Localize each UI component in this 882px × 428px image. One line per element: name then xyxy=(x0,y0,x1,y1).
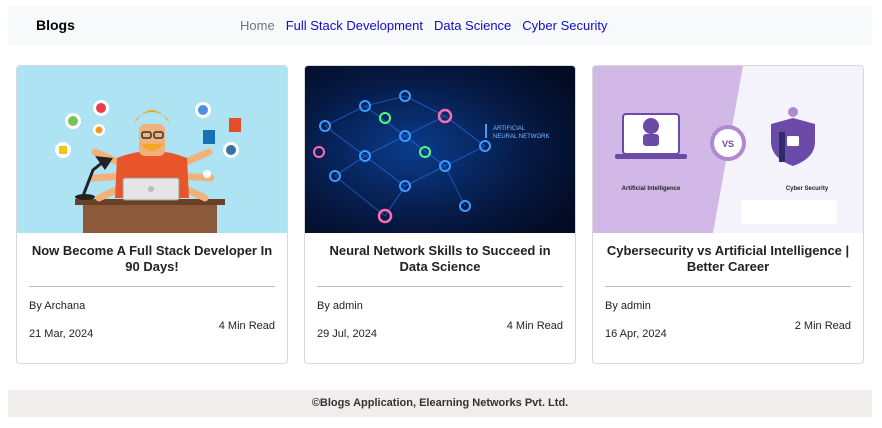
neural-network-caption-line1: ARTIFICIAL xyxy=(493,126,526,132)
nav-link-home[interactable]: Home xyxy=(240,18,275,33)
card-divider xyxy=(605,286,851,287)
blog-card[interactable]: Now Become A Full Stack Developer In 90 … xyxy=(16,65,288,364)
nav-link-data-science[interactable]: Data Science xyxy=(434,18,511,33)
card-date: 16 Apr, 2024 xyxy=(605,328,667,340)
card-title[interactable]: Neural Network Skills to Succeed in Data… xyxy=(317,243,563,275)
nav-links: Home Full Stack Development Data Science… xyxy=(240,18,608,33)
card-title[interactable]: Now Become A Full Stack Developer In 90 … xyxy=(29,243,275,275)
card-image-full-stack-developer[interactable] xyxy=(17,66,287,233)
blog-card[interactable]: ARTIFICIAL NEURAL NETWORK Neural Network… xyxy=(304,65,576,364)
footer-copyright: ©Blogs Application, Elearning Networks P… xyxy=(311,397,569,409)
card-read-time: 4 Min Read xyxy=(506,320,563,332)
card-read-time: 2 Min Read xyxy=(794,320,851,332)
card-divider xyxy=(317,286,563,287)
card-title[interactable]: Cybersecurity vs Artificial Intelligence… xyxy=(605,243,851,275)
nav-link-full-stack-development[interactable]: Full Stack Development xyxy=(286,18,423,33)
card-date: 21 Mar, 2024 xyxy=(29,328,94,340)
top-navbar: Blogs Home Full Stack Development Data S… xyxy=(8,6,872,45)
card-author: By admin xyxy=(605,300,651,312)
footer: ©Blogs Application, Elearning Networks P… xyxy=(8,390,872,417)
card-author: By admin xyxy=(317,300,363,312)
card-author: By Archana xyxy=(29,300,86,312)
card-image-neural-network[interactable]: ARTIFICIAL NEURAL NETWORK xyxy=(305,66,575,233)
image-label-cyber: Cyber Security xyxy=(786,186,829,192)
nav-link-cyber-security[interactable]: Cyber Security xyxy=(522,18,607,33)
card-divider xyxy=(29,286,275,287)
card-image-ai-vs-cyber-security[interactable]: Artificial Intelligence VS Cyber Securit… xyxy=(593,66,863,233)
neural-network-caption-line2: NEURAL NETWORK xyxy=(493,134,549,140)
blog-card[interactable]: Artificial Intelligence VS Cyber Securit… xyxy=(592,65,864,364)
blog-card-grid: Now Become A Full Stack Developer In 90 … xyxy=(16,65,864,364)
image-label-vs: VS xyxy=(722,139,734,149)
image-label-ai: Artificial Intelligence xyxy=(622,186,681,192)
card-read-time: 4 Min Read xyxy=(218,320,275,332)
card-date: 29 Jul, 2024 xyxy=(317,328,377,340)
brand-logo-text[interactable]: Blogs xyxy=(36,17,75,33)
